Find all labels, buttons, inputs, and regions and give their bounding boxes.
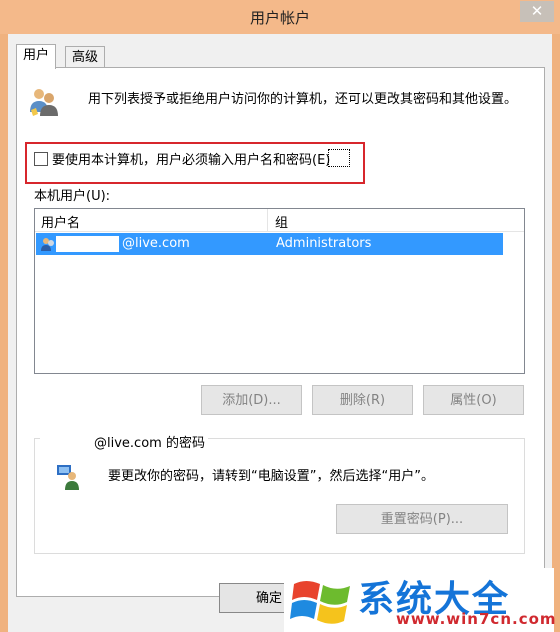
column-divider[interactable] — [267, 209, 268, 231]
window-title: 用户帐户 — [249, 9, 310, 27]
require-login-checkbox[interactable] — [34, 152, 48, 166]
row-username: @live.com — [122, 236, 190, 251]
tab-advanced[interactable]: 高级 — [65, 46, 106, 68]
users-listview[interactable]: 用户名 组 @live.com Administrators — [34, 208, 525, 374]
watermark-overlay: 系统大全 www.win7cn.com — [284, 568, 557, 632]
close-button[interactable]: ✕ — [520, 1, 554, 22]
row-group: Administrators — [276, 236, 372, 251]
user-icon — [41, 238, 54, 251]
user-password-icon — [57, 465, 79, 490]
local-users-label: 本机用户(U): — [34, 189, 111, 204]
password-change-instruction: 要更改你的密码，请转到“电脑设置”，然后选择“用户”。 — [108, 469, 434, 484]
properties-button[interactable]: 属性(O) — [423, 385, 524, 415]
dialog-client-area: 用户 高级 用下列表授予或拒绝用户访问你的计算机，还可以更改其密码和其他设置。 … — [8, 34, 552, 632]
focus-rectangle — [328, 149, 350, 167]
users-icon — [30, 89, 58, 116]
remove-button[interactable]: 删除(R) — [312, 385, 413, 415]
add-button[interactable]: 添加(D)... — [201, 385, 302, 415]
password-groupbox — [34, 438, 525, 554]
intro-description: 用下列表授予或拒绝用户访问你的计算机，还可以更改其密码和其他设置。 — [88, 92, 518, 107]
column-header-group[interactable]: 组 — [275, 212, 288, 231]
column-header-username[interactable]: 用户名 — [41, 212, 80, 231]
user-accounts-window: 用户帐户 ✕ 用户 高级 用下列表授予或拒绝用户访问你的计算机，还可以更改其密码… — [0, 0, 560, 632]
password-group-title: @live.com 的密码 — [91, 432, 208, 451]
listview-header: 用户名 组 — [35, 209, 524, 232]
windows-logo-icon — [290, 581, 350, 624]
redacted-username — [56, 236, 119, 252]
require-login-label[interactable]: 要使用本计算机，用户必须输入用户名和密码(E) — [52, 149, 330, 168]
watermark-url: www.win7cn.com — [396, 610, 557, 628]
tab-users[interactable]: 用户 — [16, 44, 57, 69]
table-row[interactable]: @live.com Administrators — [36, 233, 503, 255]
title-bar[interactable]: 用户帐户 ✕ — [0, 0, 560, 34]
reset-password-button[interactable]: 重置密码(P)... — [336, 504, 508, 534]
